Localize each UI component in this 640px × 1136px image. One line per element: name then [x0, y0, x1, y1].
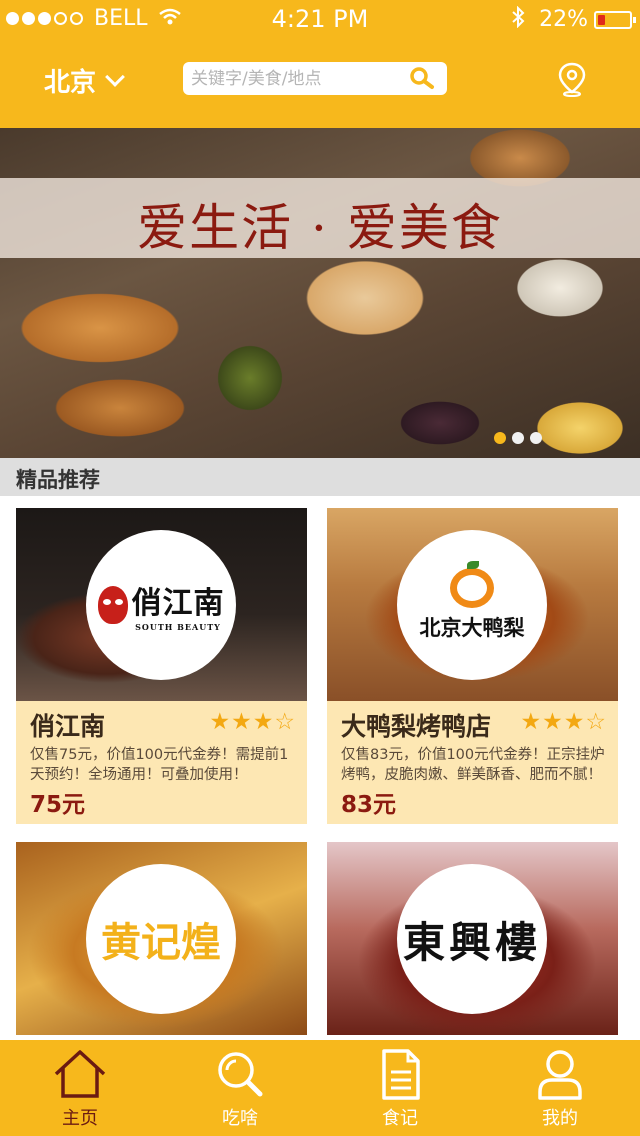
tab-label: 食记 [382, 1108, 418, 1129]
city-label: 北京 [44, 68, 97, 98]
search-input[interactable] [191, 66, 401, 91]
tab-profile[interactable]: 我的 [480, 1040, 640, 1136]
status-bar: BELL 4:21 PM 22% [0, 0, 640, 40]
restaurant-description: 仅售83元，价值100元代金券！正宗挂炉烤鸭，皮脆肉嫩、鲜美酥香、肥而不腻！ [341, 747, 605, 783]
tab-bar: 主页 吃啥 食记 我的 [0, 1040, 640, 1136]
section-header: 精品推荐 [0, 458, 640, 496]
restaurant-photo: 黄记煌 [16, 842, 307, 1035]
tab-label: 主页 [62, 1108, 98, 1129]
city-selector[interactable]: 北京 [44, 62, 125, 99]
star-filled-icon: ★ [542, 709, 563, 735]
location-pin-icon[interactable] [556, 62, 588, 98]
restaurant-logo: 俏江南 SOUTH BEAUTY [86, 530, 236, 680]
battery-fill [598, 14, 605, 25]
carousel-dot[interactable] [494, 432, 506, 444]
star-empty-icon: ☆ [274, 709, 295, 735]
star-filled-icon: ★ [252, 709, 274, 735]
carousel-dot[interactable] [530, 432, 542, 444]
restaurant-logo: 黄记煌 [86, 864, 236, 1014]
restaurant-name: 俏江南 [30, 712, 106, 741]
bluetooth-icon [511, 5, 525, 33]
banner-title: 爱生活 · 爱美食 [137, 199, 503, 257]
logo-text: 北京大鸭梨 [419, 615, 525, 640]
user-icon [538, 1050, 582, 1100]
logo-subtext: SOUTH BEAUTY [135, 622, 221, 632]
battery-icon [594, 10, 636, 29]
restaurant-logo: 北京大鸭梨 [397, 530, 547, 680]
restaurant-price: 83元 [341, 792, 397, 818]
restaurant-price: 75元 [30, 792, 86, 818]
tab-journal[interactable]: 食记 [320, 1040, 480, 1136]
search-icon[interactable] [409, 66, 435, 90]
tab-label: 吃啥 [222, 1108, 258, 1129]
pear-icon [450, 561, 494, 608]
star-empty-icon: ☆ [585, 709, 606, 735]
star-filled-icon: ★ [520, 709, 542, 735]
restaurant-photo: 俏江南 SOUTH BEAUTY [16, 508, 307, 701]
logo-text: 東興樓 [402, 917, 541, 967]
restaurant-grid: 俏江南 SOUTH BEAUTY 俏江南 ★ ★ ★ ☆ 仅售75元，价值100元代金… [0, 496, 640, 1040]
top-bar: BELL 4:21 PM 22% 北京 [0, 0, 640, 128]
opera-mask-icon [97, 586, 128, 624]
tab-explore[interactable]: 吃啥 [160, 1040, 320, 1136]
restaurant-name: 大鸭梨烤鸭店 [341, 712, 492, 741]
restaurant-photo: 東興樓 [327, 842, 618, 1035]
star-filled-icon: ★ [563, 709, 585, 735]
battery-percent: 22% [539, 7, 588, 32]
restaurant-description: 仅售75元，价值100元代金券！需提前1天预约！全场通用！可叠加使用！ [30, 747, 289, 783]
rating-stars: ★ ★ ★ ☆ [520, 711, 607, 734]
section-title: 精品推荐 [16, 468, 100, 492]
tab-home[interactable]: 主页 [0, 1040, 160, 1136]
star-filled-icon: ★ [209, 709, 231, 735]
promo-banner[interactable]: 爱生活 · 爱美食 [0, 128, 640, 458]
star-filled-icon: ★ [231, 709, 252, 735]
status-right: 22% [511, 5, 636, 33]
logo-text: 俏江南 [131, 586, 225, 621]
restaurant-photo: 北京大鸭梨 [327, 508, 618, 701]
rating-stars: ★ ★ ★ ☆ [209, 711, 296, 734]
restaurant-info: 大鸭梨烤鸭店 ★ ★ ★ ☆ 仅售83元，价值100元代金券！正宗挂炉烤鸭，皮脆肉嫩、… [327, 701, 618, 824]
tab-label: 我的 [542, 1108, 578, 1129]
restaurant-logo: 東興樓 [397, 864, 547, 1014]
chevron-down-icon [105, 66, 125, 87]
home-icon [54, 1050, 106, 1098]
search-icon [218, 1052, 263, 1097]
restaurant-info: 俏江南 ★ ★ ★ ☆ 仅售75元，价值100元代金券！需提前1天预约！全场通用！可叠… [16, 701, 307, 824]
carousel-dots [488, 432, 542, 444]
carousel-dot[interactable] [512, 432, 524, 444]
search-box[interactable] [183, 62, 447, 95]
document-icon [382, 1049, 420, 1100]
logo-text: 黄记煌 [101, 919, 221, 966]
